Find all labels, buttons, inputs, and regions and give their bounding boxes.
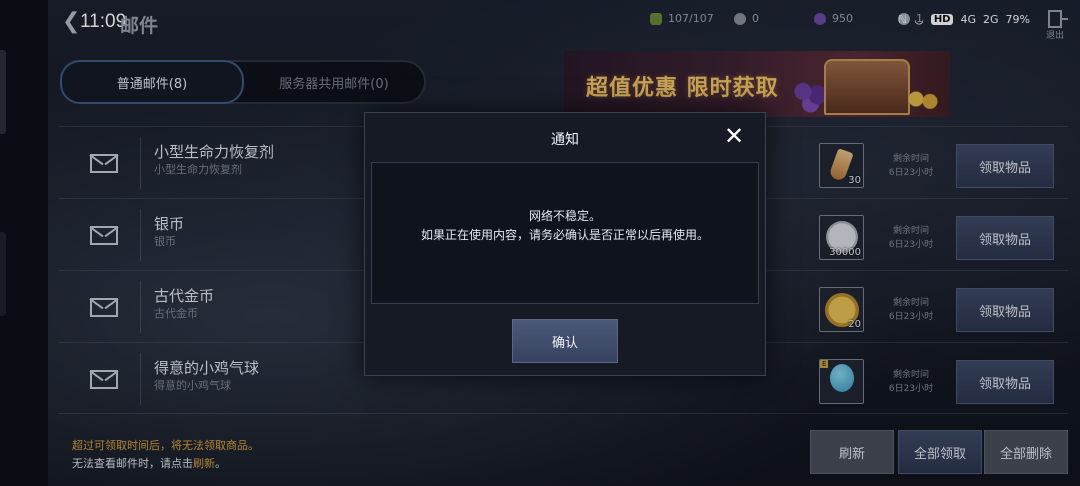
dialog-message-line2: 如果正在使用内容，请务必确认是否正常以后再使用。 bbox=[420, 228, 709, 242]
notice-dialog: 通知 ✕ 网络不稳定。 如果正在使用内容，请务必确认是否正常以后再使用。 确认 bbox=[364, 112, 766, 376]
dialog-message-line1: 网络不稳定。 bbox=[528, 209, 601, 223]
confirm-button[interactable]: 确认 bbox=[512, 319, 618, 363]
dialog-title: 通知 bbox=[551, 132, 579, 148]
dialog-message-box: 网络不稳定。 如果正在使用内容，请务必确认是否正常以后再使用。 bbox=[371, 162, 759, 304]
close-icon[interactable]: ✕ bbox=[723, 124, 745, 148]
